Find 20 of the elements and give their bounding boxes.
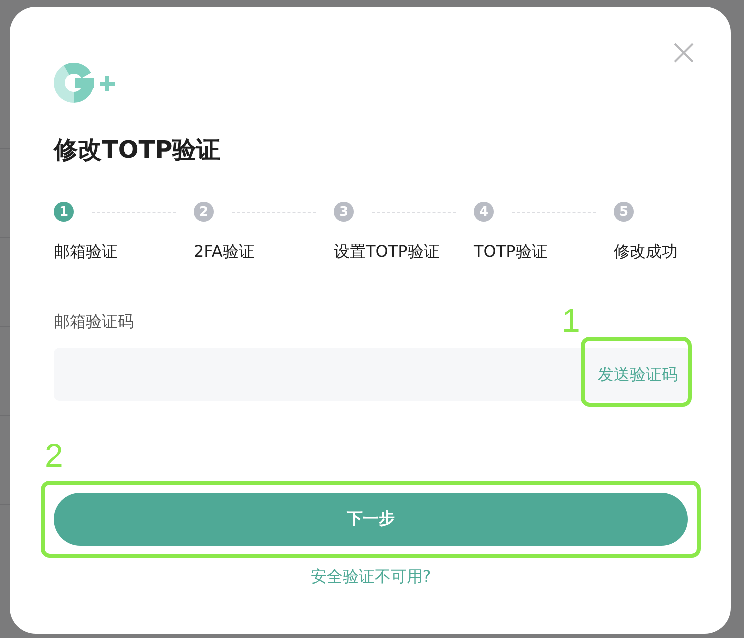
logo-icon — [54, 62, 116, 104]
step-number: 4 — [474, 202, 494, 222]
step-label: 修改成功 — [614, 241, 678, 263]
help-link[interactable]: 安全验证不可用? — [310, 565, 432, 589]
annotation-number: 2 — [45, 439, 64, 473]
step-number: 3 — [334, 202, 354, 222]
close-icon[interactable] — [674, 43, 694, 63]
step-label: 2FA验证 — [194, 241, 255, 263]
annotation-number: 1 — [562, 304, 580, 338]
step-number: 5 — [614, 202, 634, 222]
send-code-button[interactable]: 发送验证码 — [594, 360, 682, 390]
field-label: 邮箱验证码 — [54, 311, 134, 333]
next-step-button[interactable]: 下一步 — [54, 493, 688, 546]
step-label: 设置TOTP验证 — [334, 241, 440, 263]
dialog-title: 修改TOTP验证 — [54, 135, 221, 166]
step-number: 2 — [194, 202, 214, 222]
step-number: 1 — [54, 202, 74, 222]
email-code-field[interactable] — [54, 348, 690, 401]
step-label: 邮箱验证 — [54, 241, 118, 263]
step-label: TOTP验证 — [474, 241, 548, 263]
